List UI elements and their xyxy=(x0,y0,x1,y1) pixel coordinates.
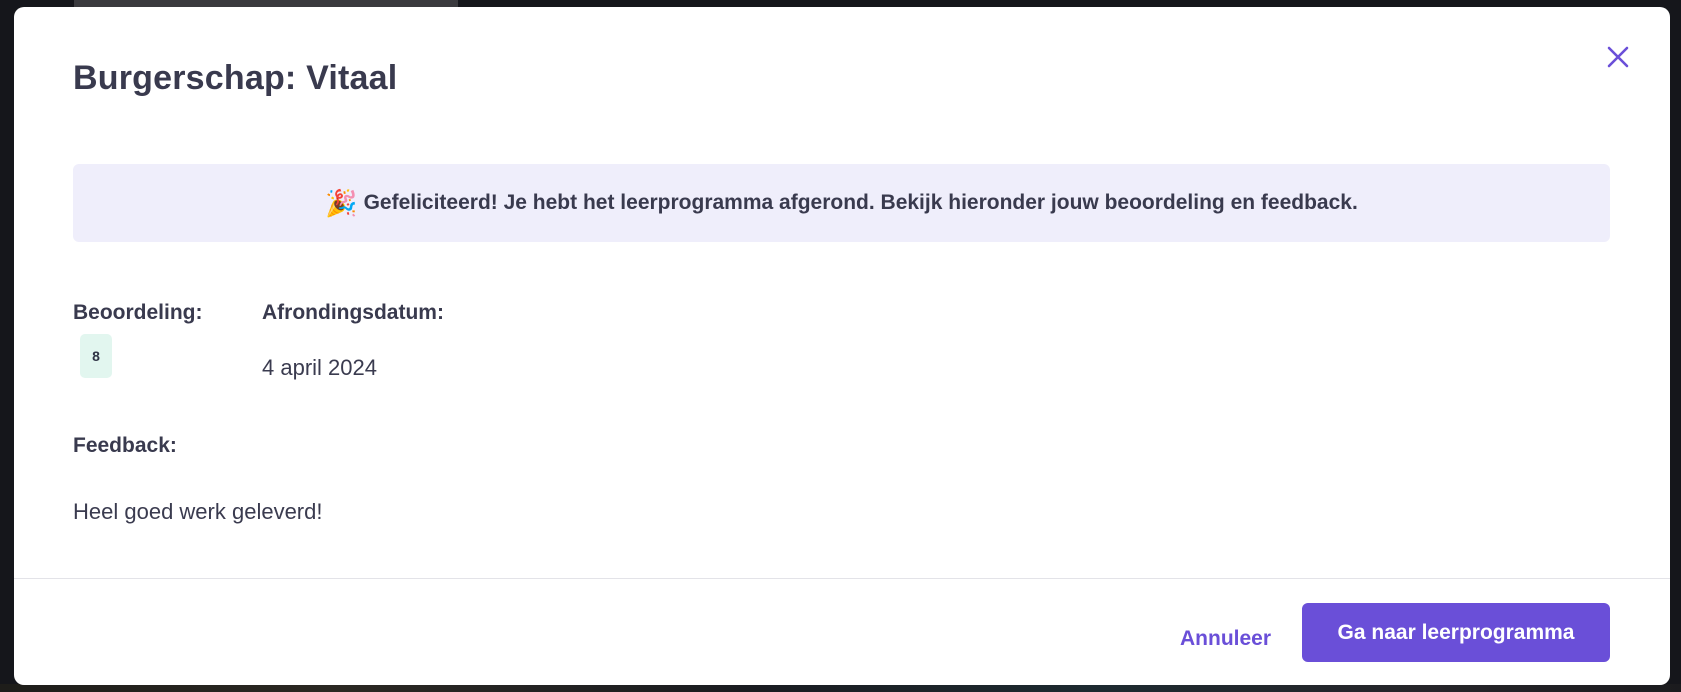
completion-date-label: Afrondingsdatum: xyxy=(262,301,444,324)
party-popper-icon: 🎉 xyxy=(325,188,358,218)
banner-text: Gefeliciteerd! Je hebt het leerprogramma… xyxy=(363,191,1358,214)
completion-date-value: 4 april 2024 xyxy=(262,355,377,380)
go-to-program-button[interactable]: Ga naar leerprogramma xyxy=(1302,603,1610,662)
grade-badge: 8 xyxy=(80,334,112,378)
footer-divider xyxy=(14,578,1670,579)
close-icon xyxy=(1607,46,1629,68)
cancel-button[interactable]: Annuleer xyxy=(1164,611,1287,667)
feedback-label: Feedback: xyxy=(73,434,177,457)
completion-modal: Burgerschap: Vitaal 🎉 Gefeliciteerd! Je … xyxy=(14,7,1670,685)
grade-label: Beoordeling: xyxy=(73,301,203,324)
feedback-text: Heel goed werk geleverd! xyxy=(73,499,323,524)
modal-title: Burgerschap: Vitaal xyxy=(73,59,398,97)
congratulations-banner: 🎉 Gefeliciteerd! Je hebt het leerprogram… xyxy=(73,164,1610,242)
close-button[interactable] xyxy=(1602,41,1634,73)
backdrop-image-strip-bottom xyxy=(0,684,1681,692)
